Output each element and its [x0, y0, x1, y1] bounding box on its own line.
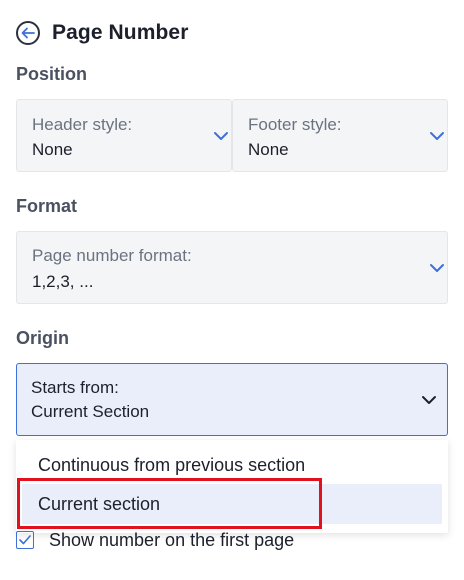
page-number-format-select[interactable]: Page number format: 1,2,3, ... [16, 231, 448, 304]
back-button[interactable] [16, 21, 40, 45]
option-continuous-from-previous-section[interactable]: Continuous from previous section [38, 455, 305, 476]
selection-highlight-box [17, 478, 322, 529]
starts-from-label: Starts from: [31, 378, 119, 397]
show-number-first-page-checkbox[interactable]: Show number on the first page [16, 529, 294, 551]
page-number-format-value: 1,2,3, ... [32, 272, 94, 291]
chevron-down-icon [430, 264, 444, 272]
header-style-value: None [32, 140, 73, 159]
starts-from-value: Current Section [31, 402, 150, 421]
starts-from-select[interactable]: Starts from: Current Section [16, 363, 448, 436]
show-number-first-page-label: Show number on the first page [49, 529, 295, 550]
position-section-label: Position [16, 64, 87, 84]
format-section-label: Format [16, 196, 78, 216]
chevron-down-icon [422, 396, 436, 404]
header-style-label: Header style: [32, 115, 133, 134]
arrow-left-icon [21, 27, 35, 39]
footer-style-label: Footer style: [248, 115, 342, 134]
page-title: Page Number [52, 21, 189, 44]
footer-style-value: None [248, 140, 289, 159]
chevron-down-icon [214, 132, 228, 140]
chevron-down-icon [430, 132, 444, 140]
header-style-select[interactable]: Header style: None [16, 99, 232, 172]
page-number-format-label: Page number format: [32, 246, 192, 265]
panel-header: Page Number [16, 19, 188, 47]
origin-section-label: Origin [16, 328, 69, 348]
footer-style-select[interactable]: Footer style: None [232, 99, 448, 172]
checkbox-checked-icon[interactable] [16, 531, 34, 549]
